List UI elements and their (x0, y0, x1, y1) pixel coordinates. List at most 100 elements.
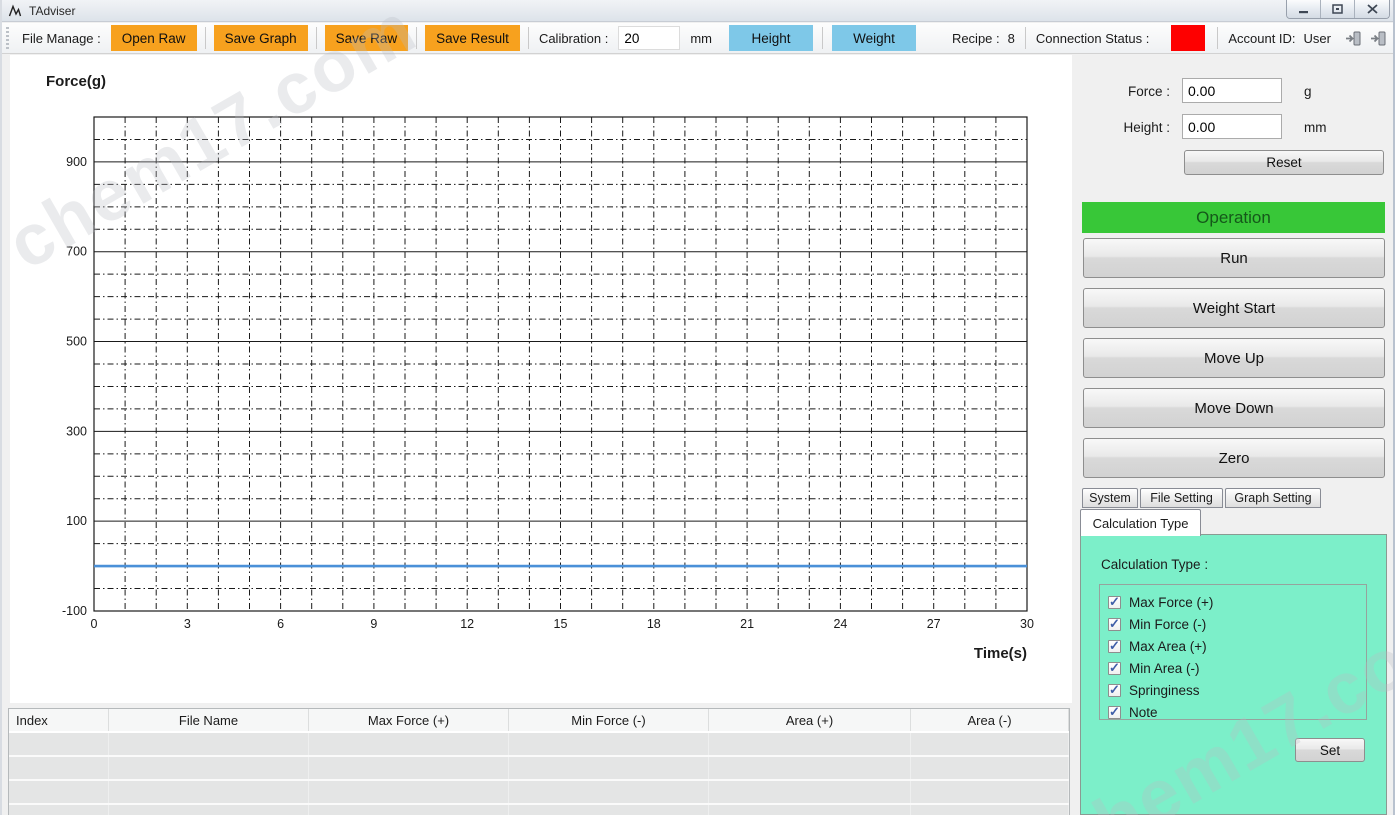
height-unit-label: mm (1304, 120, 1327, 135)
force-time-chart: 900700500300100-100036912151821242730 (10, 55, 1072, 703)
svg-text:-100: -100 (62, 604, 87, 618)
chart-panel: Force(g) 900700500300100-100036912151821… (10, 55, 1072, 703)
calculation-option-label: Min Force (-) (1129, 617, 1206, 632)
svg-text:900: 900 (66, 155, 87, 169)
calibration-label: Calibration : (539, 31, 608, 46)
minimize-button[interactable] (1287, 0, 1321, 18)
connection-status-indicator (1171, 25, 1205, 51)
mode-button[interactable]: Weight (832, 25, 916, 51)
operation-button[interactable]: Move Up (1083, 338, 1385, 378)
calculation-option[interactable]: Max Force (+) (1108, 591, 1358, 613)
app-logo-icon (8, 3, 24, 19)
checkbox-checked-icon[interactable] (1108, 706, 1121, 719)
svg-text:6: 6 (277, 617, 284, 631)
toolbar-right-group: Recipe : 8 Connection Status : Account I… (946, 25, 1387, 51)
calculation-type-label: Calculation Type : (1101, 557, 1208, 572)
checkbox-checked-icon[interactable] (1108, 640, 1121, 653)
connection-status-label: Connection Status : (1036, 31, 1149, 46)
toolbar: File Manage : Open Raw Save Graph Save Raw… (2, 23, 1393, 54)
force-readout-input[interactable] (1182, 78, 1282, 103)
set-button[interactable]: Set (1295, 738, 1365, 762)
calculation-option-label: Min Area (-) (1129, 661, 1200, 676)
results-table-header: IndexFile NameMax Force (+)Min Force (-)… (9, 709, 1069, 733)
mode-button-group: Height Weight (724, 25, 921, 51)
column-header[interactable]: Area (-) (911, 709, 1069, 731)
checkbox-checked-icon[interactable] (1108, 684, 1121, 697)
force-unit-label: g (1304, 84, 1312, 99)
calculation-option-label: Springiness (1129, 683, 1200, 698)
calibration-input[interactable] (618, 26, 680, 50)
file-action-button[interactable]: Save Raw (325, 25, 409, 51)
operation-button[interactable]: Zero (1083, 438, 1385, 478)
svg-text:24: 24 (833, 617, 847, 631)
operation-header[interactable]: Operation (1082, 202, 1385, 233)
svg-text:30: 30 (1020, 617, 1034, 631)
column-header[interactable]: Area (+) (709, 709, 911, 731)
svg-text:700: 700 (66, 245, 87, 259)
table-row[interactable] (9, 805, 1069, 815)
svg-text:15: 15 (554, 617, 568, 631)
checkbox-checked-icon[interactable] (1108, 618, 1121, 631)
toolbar-separator (528, 27, 529, 49)
svg-text:3: 3 (184, 617, 191, 631)
toolbar-separator (205, 27, 206, 49)
app-window: TAdviser File Manage : Open RawSave (0, 0, 1395, 815)
file-action-button[interactable]: Open Raw (111, 25, 197, 51)
column-header[interactable]: Max Force (+) (309, 709, 509, 731)
maximize-button[interactable] (1321, 0, 1355, 18)
column-header[interactable]: File Name (109, 709, 309, 731)
tab-calculation-type[interactable]: Calculation Type (1080, 509, 1201, 536)
svg-text:27: 27 (927, 617, 941, 631)
svg-text:500: 500 (66, 335, 87, 349)
svg-text:21: 21 (740, 617, 754, 631)
recipe-value: 8 (1008, 31, 1015, 46)
table-row[interactable] (9, 733, 1069, 757)
operation-button[interactable]: Run (1083, 238, 1385, 278)
login-icon[interactable] (1345, 30, 1362, 47)
checkbox-checked-icon[interactable] (1108, 662, 1121, 675)
calculation-option[interactable]: Min Area (-) (1108, 657, 1358, 679)
close-button[interactable] (1355, 0, 1389, 18)
column-header[interactable]: Index (9, 709, 109, 731)
svg-text:18: 18 (647, 617, 661, 631)
height-readout-label: Height : (1086, 120, 1170, 135)
logout-icon[interactable] (1370, 30, 1387, 47)
table-row[interactable] (9, 757, 1069, 781)
svg-text:300: 300 (66, 424, 87, 438)
chart-x-axis-title: Time(s) (974, 645, 1027, 662)
operation-button[interactable]: Weight Start (1083, 288, 1385, 328)
height-readout-input[interactable] (1182, 114, 1282, 139)
account-id-value: User (1304, 31, 1331, 46)
calculation-option[interactable]: Max Area (+) (1108, 635, 1358, 657)
account-id-label: Account ID: (1228, 31, 1295, 46)
tab-graph-setting[interactable]: Graph Setting (1225, 488, 1321, 508)
calculation-option[interactable]: Springiness (1108, 679, 1358, 701)
checkbox-checked-icon[interactable] (1108, 596, 1121, 609)
reset-button[interactable]: Reset (1184, 150, 1384, 175)
mode-button[interactable]: Height (729, 25, 813, 51)
window-controls (1286, 0, 1390, 19)
file-action-button[interactable]: Save Result (425, 25, 520, 51)
file-manage-label: File Manage : (22, 31, 101, 46)
svg-text:12: 12 (460, 617, 474, 631)
calculation-options-listbox: Max Force (+) Min Force (-) Max Area (+)… (1099, 584, 1367, 720)
calculation-option-label: Max Force (+) (1129, 595, 1213, 610)
table-row[interactable] (9, 781, 1069, 805)
operation-button[interactable]: Move Down (1083, 388, 1385, 428)
svg-text:100: 100 (66, 514, 87, 528)
svg-text:9: 9 (370, 617, 377, 631)
column-header[interactable]: Min Force (-) (509, 709, 709, 731)
results-table-body (9, 733, 1069, 815)
calculation-option-label: Max Area (+) (1129, 639, 1207, 654)
calculation-option[interactable]: Min Force (-) (1108, 613, 1358, 635)
toolbar-separator (316, 27, 317, 49)
toolbar-separator (822, 27, 823, 49)
toolbar-grip[interactable] (6, 27, 9, 49)
calculation-option[interactable]: Note (1108, 701, 1358, 723)
tab-file-setting[interactable]: File Setting (1140, 488, 1223, 508)
results-table: IndexFile NameMax Force (+)Min Force (-)… (8, 708, 1070, 815)
recipe-label: Recipe : (952, 31, 1000, 46)
file-action-button[interactable]: Save Graph (214, 25, 308, 51)
tab-system[interactable]: System (1082, 488, 1138, 508)
toolbar-separator (1217, 27, 1218, 49)
